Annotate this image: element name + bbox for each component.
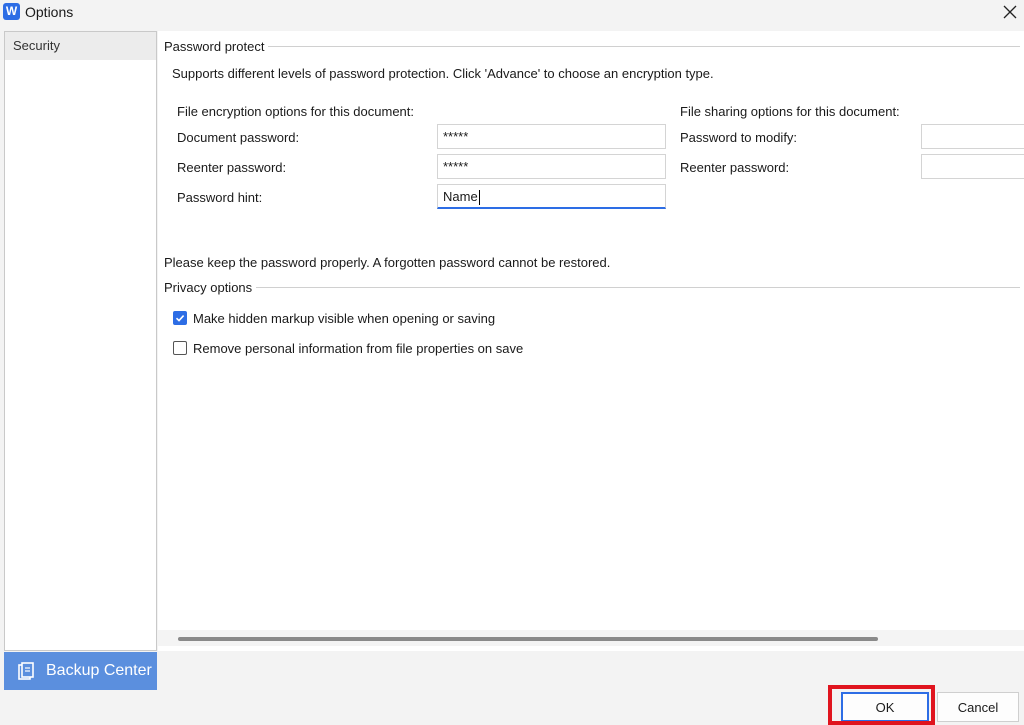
sharing-reenter-password-label: Reenter password: bbox=[680, 160, 790, 175]
window-title: Options bbox=[25, 4, 74, 20]
remove-personal-info-checkbox[interactable] bbox=[173, 341, 187, 355]
reenter-password-field[interactable]: ***** bbox=[437, 154, 666, 179]
password-hint-value: Name bbox=[443, 189, 478, 204]
password-protect-title: Password protect bbox=[164, 39, 269, 54]
password-to-modify-field[interactable] bbox=[921, 124, 1024, 149]
cancel-button[interactable]: Cancel bbox=[937, 692, 1019, 722]
document-password-field[interactable]: ***** bbox=[437, 124, 666, 149]
options-panel: Password protect Supports different leve… bbox=[158, 31, 1024, 651]
close-button[interactable] bbox=[996, 0, 1024, 24]
hidden-markup-label[interactable]: Make hidden markup visible when opening … bbox=[193, 311, 495, 326]
reenter-password-label: Reenter password: bbox=[177, 160, 287, 175]
app-icon: W bbox=[3, 3, 20, 20]
document-password-label: Document password: bbox=[177, 130, 300, 145]
text-caret bbox=[478, 190, 480, 206]
sidebar: Security bbox=[4, 31, 157, 651]
scrollbar-thumb[interactable] bbox=[178, 637, 878, 641]
password-description: Supports different levels of password pr… bbox=[172, 66, 714, 81]
section-divider bbox=[266, 46, 1020, 47]
horizontal-scrollbar[interactable] bbox=[158, 630, 1024, 646]
checkmark-icon bbox=[175, 315, 185, 322]
password-hint-label: Password hint: bbox=[177, 190, 263, 205]
encryption-heading: File encryption options for this documen… bbox=[177, 104, 415, 119]
sidebar-item-security[interactable]: Security bbox=[5, 32, 156, 60]
backup-center-button[interactable]: Backup Center bbox=[4, 652, 157, 690]
hidden-markup-checkbox[interactable] bbox=[173, 311, 187, 325]
backup-icon bbox=[18, 662, 34, 680]
backup-center-label: Backup Center bbox=[46, 662, 152, 679]
sharing-heading: File sharing options for this document: bbox=[680, 104, 900, 119]
section-divider bbox=[256, 287, 1020, 288]
privacy-options-title: Privacy options bbox=[164, 280, 257, 295]
password-to-modify-label: Password to modify: bbox=[680, 130, 798, 145]
sharing-reenter-password-field[interactable] bbox=[921, 154, 1024, 179]
title-bar: W Options bbox=[0, 0, 1024, 24]
remove-personal-info-label[interactable]: Remove personal information from file pr… bbox=[193, 341, 523, 356]
password-warning: Please keep the password properly. A for… bbox=[164, 255, 611, 270]
close-icon bbox=[1003, 5, 1017, 19]
password-hint-field[interactable]: Name bbox=[437, 184, 666, 209]
ok-button[interactable]: OK bbox=[841, 692, 929, 722]
